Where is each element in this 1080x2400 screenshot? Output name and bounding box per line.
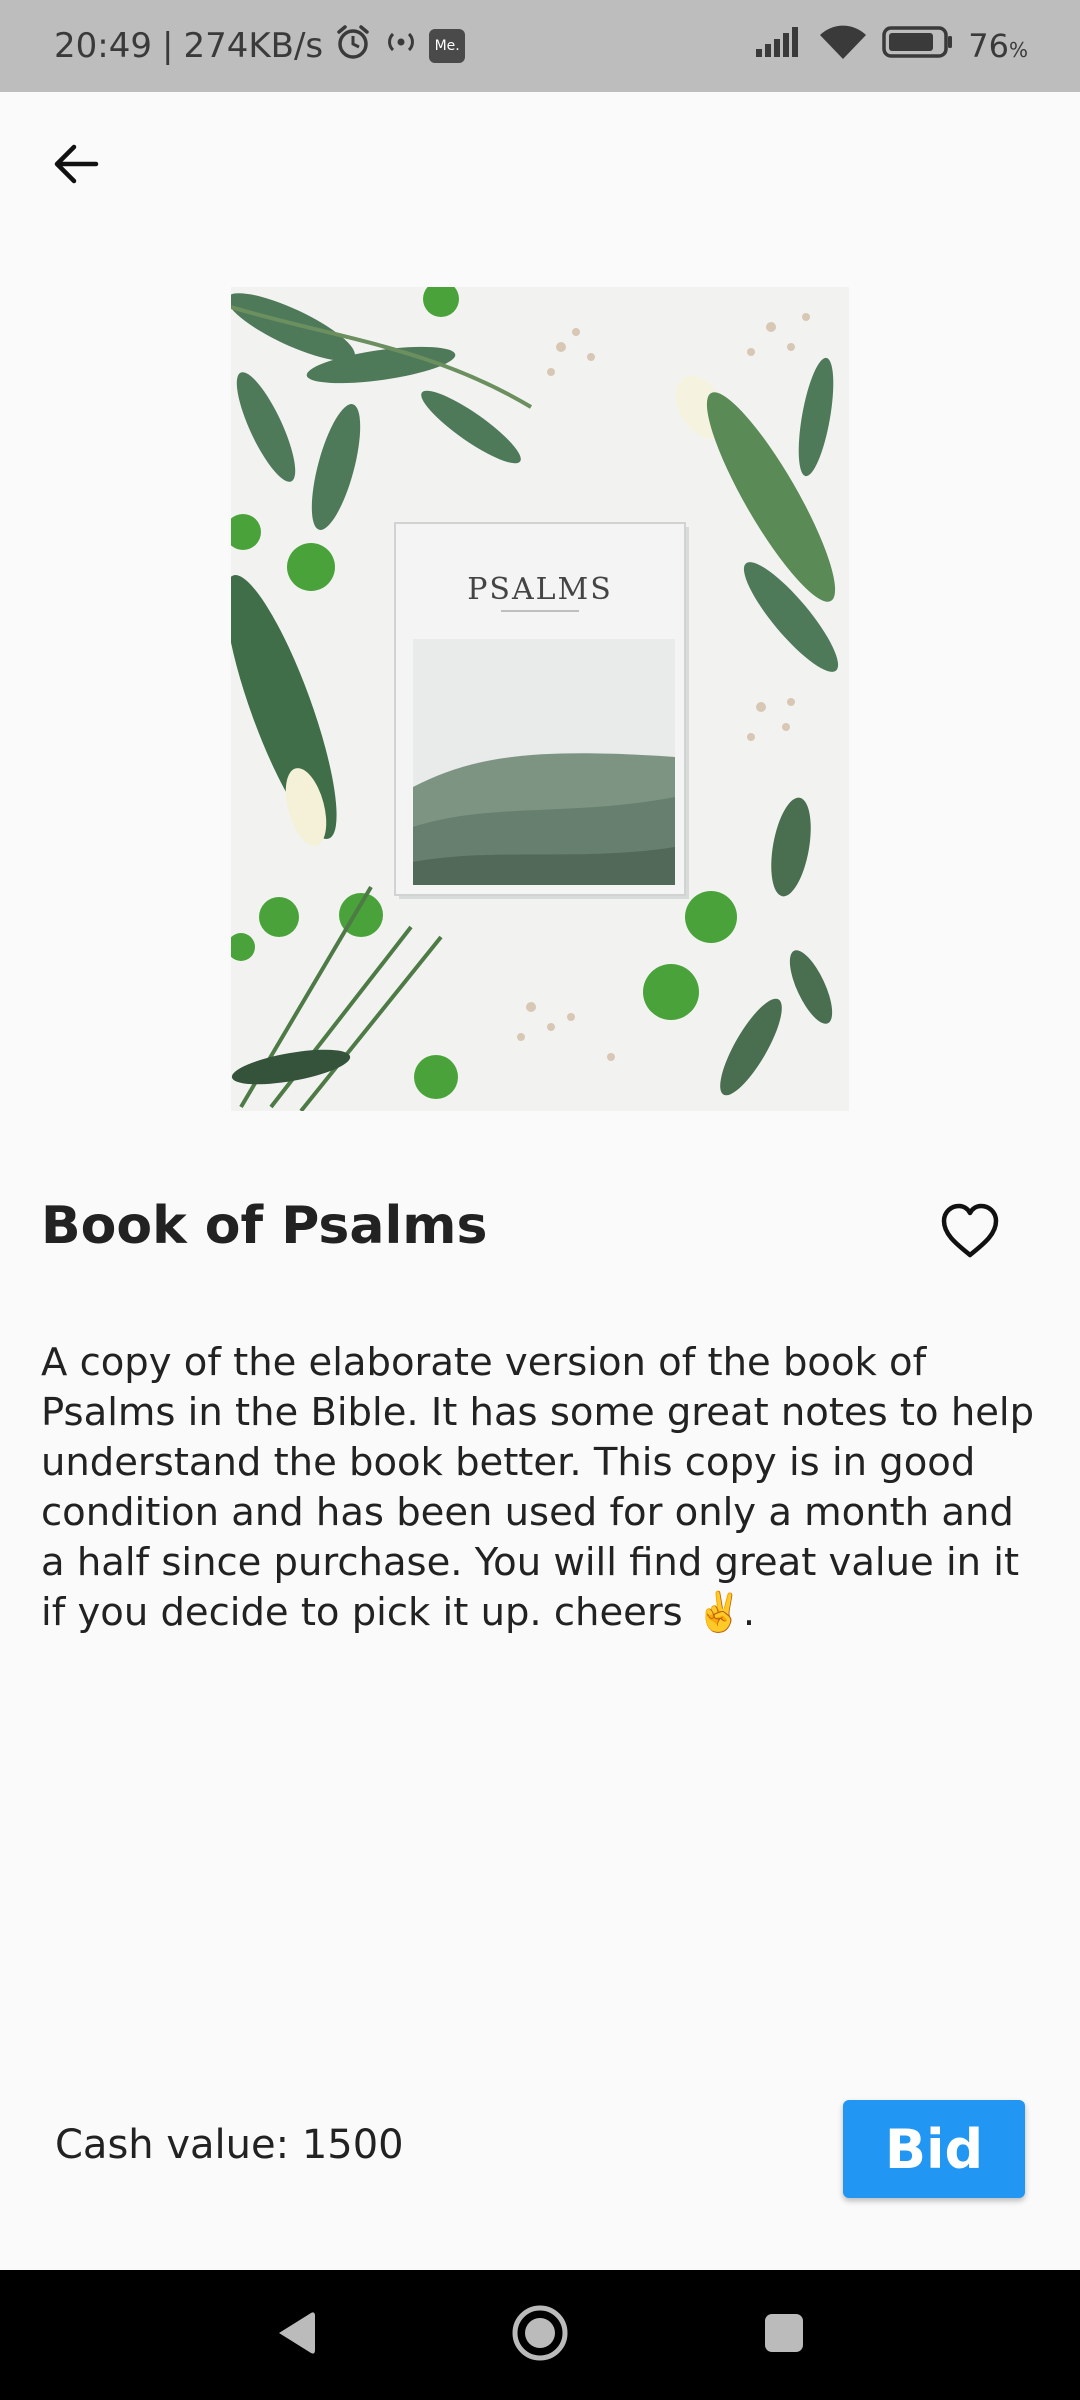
nav-back-button[interactable] bbox=[255, 2295, 335, 2375]
status-left: 20:49 | 274KB/s Me. bbox=[54, 0, 466, 92]
cash-value-amount: 1500 bbox=[301, 2122, 404, 2168]
arrow-back-icon bbox=[50, 138, 102, 194]
status-separator: | bbox=[161, 26, 174, 66]
battery-level: 76 bbox=[968, 27, 1009, 65]
product-title: Book of Psalms bbox=[41, 1196, 488, 1256]
status-time: 20:49 bbox=[54, 26, 152, 66]
alarm-icon bbox=[333, 22, 373, 71]
triangle-back-icon bbox=[273, 2309, 317, 2361]
system-nav-bar bbox=[0, 2270, 1080, 2400]
cash-value-label: Cash value: bbox=[55, 2122, 290, 2168]
status-bar: 20:49 | 274KB/s Me. 76% bbox=[0, 0, 1080, 92]
cash-value: Cash value: 1500 bbox=[55, 2122, 404, 2168]
battery-icon bbox=[882, 24, 954, 68]
favorite-button[interactable] bbox=[940, 1203, 1000, 1263]
product-description: A copy of the elaborate version of the b… bbox=[41, 1340, 1035, 1635]
back-button[interactable] bbox=[46, 136, 106, 196]
hotspot-icon bbox=[383, 26, 419, 66]
bid-button[interactable]: Bid bbox=[843, 2100, 1025, 2198]
nav-home-button[interactable] bbox=[500, 2295, 580, 2375]
nav-recents-button[interactable] bbox=[744, 2295, 824, 2375]
product-image: PSALMS bbox=[225, 281, 849, 1113]
book-cover-title: PSALMS bbox=[467, 572, 613, 607]
me-badge-icon: Me. bbox=[429, 29, 466, 63]
wifi-icon bbox=[818, 23, 868, 69]
signal-icon bbox=[754, 25, 804, 67]
status-right: 76% bbox=[754, 0, 1028, 92]
heart-outline-icon bbox=[940, 1203, 1000, 1263]
battery-percentage: 76% bbox=[968, 27, 1028, 65]
square-recents-icon bbox=[762, 2311, 806, 2359]
circle-home-icon bbox=[510, 2303, 570, 2367]
status-network-speed: 274KB/s bbox=[183, 26, 324, 66]
battery-unit: % bbox=[1008, 38, 1028, 62]
